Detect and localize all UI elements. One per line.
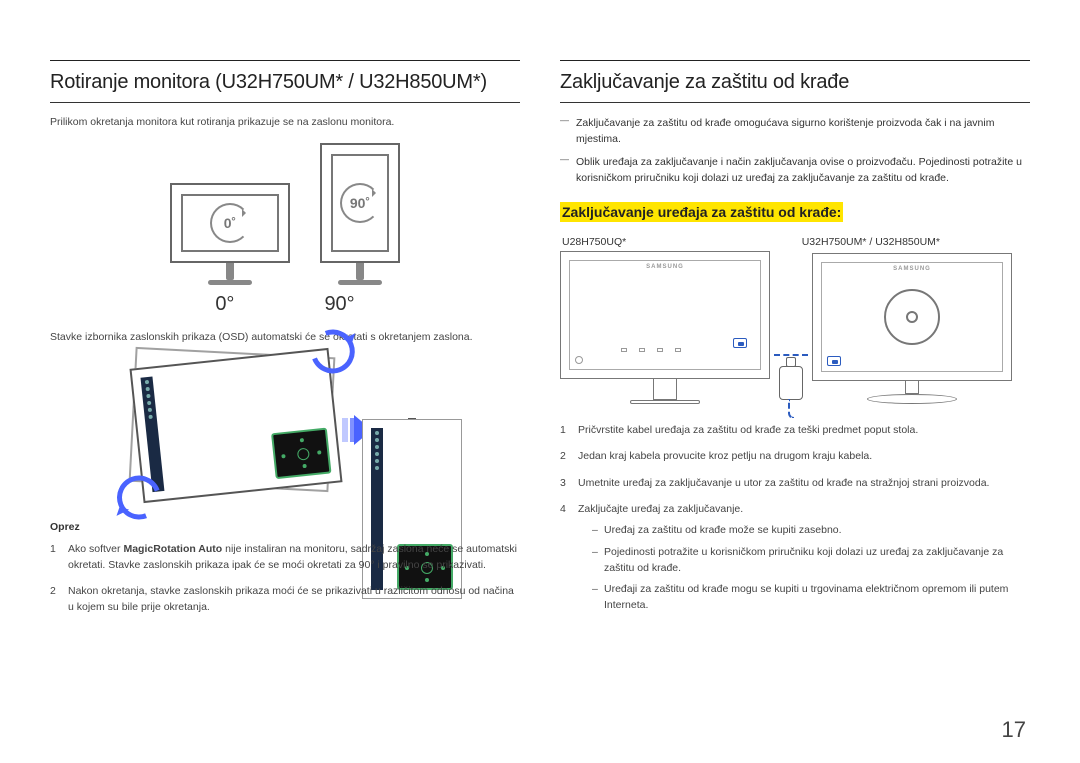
lock-step: Umetnite uređaj za zaključavanje u utor …: [560, 475, 1030, 491]
lock-plug-icon: [779, 366, 803, 400]
angle-label-90: 90°: [324, 293, 354, 316]
section-heading-rotation: Rotiranje monitora (U32H750UM* / U32H850…: [50, 71, 520, 94]
angle-label-0: 0°: [215, 293, 234, 316]
monitor-portrait-icon: 90˚: [320, 143, 400, 263]
monitor-back-a-icon: SAMSUNG: [560, 251, 770, 379]
lock-figure: SAMSUNG SAMSUNG: [560, 254, 1030, 404]
monitor-landscape-icon: 0˚: [170, 183, 290, 263]
lock-sub-bullet: Uređaji za zaštitu od krađe mogu se kupi…: [592, 582, 1030, 614]
caution-item: Nakon okretanja, stavke zaslonskih prika…: [50, 583, 520, 616]
angle-badge-0: 0˚: [210, 203, 250, 243]
osd-note: Stavke izbornika zaslonskih prikaza (OSD…: [50, 330, 520, 346]
caution-item: Ako softver MagicRotation Auto nije inst…: [50, 541, 520, 574]
round-stand-icon: [884, 289, 940, 345]
lock-note: Oblik uređaja za zaključavanje i način z…: [560, 154, 1030, 187]
osd-figure: [50, 358, 520, 503]
lock-subheading: Zaključavanje uređaja za zaštitu od krađ…: [560, 202, 843, 222]
lock-steps: Pričvrstite kabel uređaja za zaštitu od …: [560, 422, 1030, 614]
lock-step: Pričvrstite kabel uređaja za zaštitu od …: [560, 422, 1030, 438]
osd-screen-landscape-icon: [129, 347, 342, 502]
rotation-intro: Prilikom okretanja monitora kut rotiranj…: [50, 115, 520, 131]
model-labels: U28H750UQ* U32H750UM* / U32H850UM*: [560, 236, 1030, 248]
lock-note: Zaključavanje za zaštitu od krađe omoguć…: [560, 115, 1030, 148]
lock-step: Zaključajte uređaj za zaključavanje. Ure…: [560, 501, 1030, 614]
model-a-label: U28H750UQ*: [562, 236, 626, 248]
kensington-slot-icon: [733, 338, 747, 348]
lock-sub-bullet: Pojedinosti potražite u korisničkom prir…: [592, 545, 1030, 577]
monitor-back-b-icon: SAMSUNG: [812, 253, 1012, 381]
model-b-label: U32H750UM* / U32H850UM*: [802, 236, 940, 248]
lock-sub-bullet: Uređaj za zaštitu od krađe može se kupit…: [592, 523, 1030, 539]
kensington-slot-icon: [827, 356, 841, 366]
angle-badge-90: 90˚: [340, 183, 380, 223]
section-heading-lock: Zaključavanje za zaštitu od krađe: [560, 71, 1030, 94]
page-number: 17: [1002, 717, 1026, 743]
lock-cable-icon: [774, 354, 808, 356]
lock-step: Jedan kraj kabela provucite kroz petlju …: [560, 448, 1030, 464]
rotation-figure: 0˚ 90˚: [50, 143, 520, 285]
